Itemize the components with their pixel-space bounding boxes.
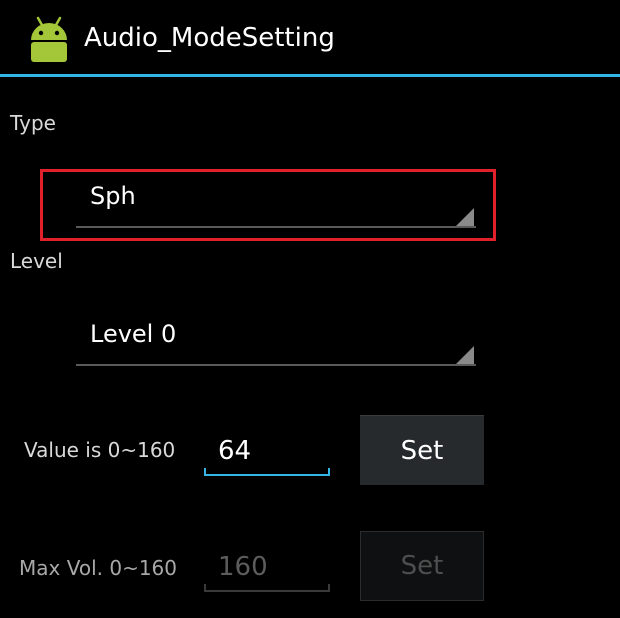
max-vol-input[interactable]: 160	[204, 548, 330, 592]
audio-mode-setting-screen: Audio_ModeSetting Type Sph Level Level 0…	[0, 0, 620, 618]
input-underline-tick	[328, 584, 330, 592]
input-underline-tick	[204, 584, 206, 592]
spinner-underline	[76, 364, 476, 366]
type-label: Type	[10, 111, 56, 135]
level-spinner-value: Level 0	[90, 320, 177, 348]
value-input-text: 64	[218, 436, 252, 466]
value-set-button[interactable]: Set	[360, 415, 484, 485]
android-robot-icon[interactable]	[24, 14, 74, 62]
input-underline	[204, 474, 330, 476]
input-underline-tick	[204, 468, 206, 476]
max-vol-label: Max Vol. 0~160	[19, 556, 177, 580]
level-spinner[interactable]: Level 0	[76, 310, 476, 366]
max-vol-set-button[interactable]: Set	[360, 531, 484, 601]
max-vol-input-text: 160	[218, 552, 268, 582]
value-label: Value is 0~160	[24, 438, 176, 462]
dropdown-triangle-icon	[456, 346, 474, 364]
level-label: Level	[10, 249, 63, 273]
type-highlight-box	[40, 169, 496, 241]
action-bar: Audio_ModeSetting	[0, 0, 620, 74]
input-underline-tick	[328, 468, 330, 476]
app-title: Audio_ModeSetting	[84, 23, 335, 53]
input-underline	[204, 590, 330, 592]
value-input[interactable]: 64	[204, 432, 330, 476]
action-bar-divider	[0, 74, 620, 77]
